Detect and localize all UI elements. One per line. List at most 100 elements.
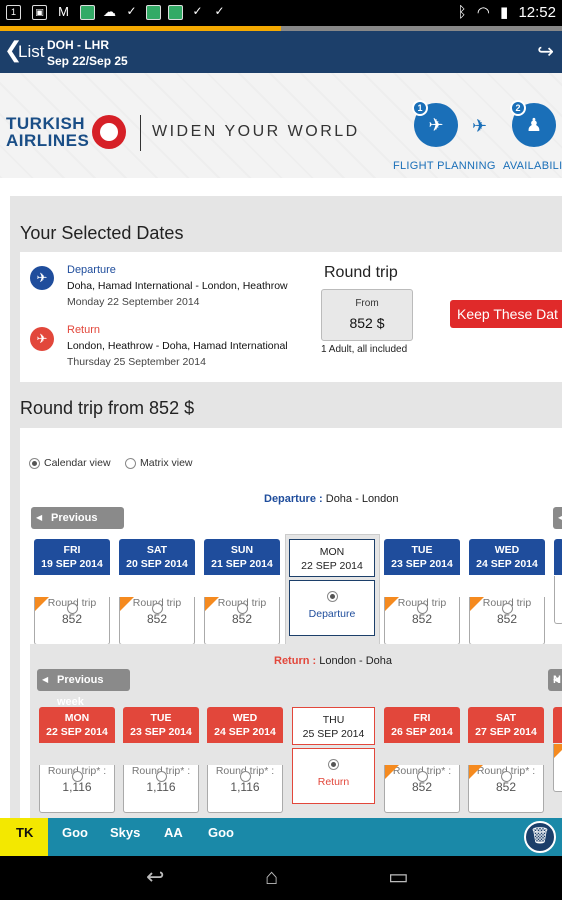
system-nav-bar: ↩ ⌂ ▭: [0, 856, 562, 900]
ret-day-body: [553, 744, 562, 792]
return-route: London, Heathrow - Doha, Hamad Internati…: [67, 340, 288, 352]
dep-day-cell[interactable]: SUN 21 SEP 2014 Round trip 852: [204, 539, 280, 645]
day-radio[interactable]: [417, 603, 428, 614]
departure-next-week-button[interactable]: [553, 507, 562, 529]
day-of-week: TUE: [150, 712, 172, 724]
departure-heading-route: Doha - London: [325, 493, 399, 505]
price-box: From 852 $: [321, 289, 413, 341]
day-radio[interactable]: [237, 603, 248, 614]
matrix-view-radio[interactable]: [125, 458, 136, 469]
day-of-week: MON: [319, 546, 345, 558]
fare-price: 852: [411, 780, 433, 794]
day-of-week: SUN: [230, 544, 254, 556]
price-amount: 852 $: [349, 315, 385, 331]
step-number-1: 1: [412, 100, 428, 116]
ret-day-cell[interactable]: TUE 23 SEP 2014 Round trip* :1,116: [123, 707, 199, 813]
app-icon: [80, 5, 95, 20]
dep-day-header: SAT 20 SEP 2014: [119, 539, 195, 575]
ret-selected-day[interactable]: THU 25 SEP 2014 Return: [292, 707, 375, 804]
day-radio[interactable]: [417, 771, 428, 782]
day-date: 24 SEP 2014: [214, 726, 276, 738]
dep-day-header: SUN 21 SEP 2014: [204, 539, 280, 575]
status-bar: 1 ▣ M ☁ ✓ ✓ ✓ ᛒ ◠ ▮ 12:52: [0, 0, 562, 26]
bag-icon: ✓: [192, 4, 203, 18]
recents-nav-icon[interactable]: ▭: [388, 864, 409, 890]
round-trip-title: Round trip from 852 $: [20, 398, 195, 418]
selected-day-label: Departure: [308, 608, 356, 620]
day-date: 25 SEP 2014: [302, 728, 365, 740]
ret-day-body: Round trip* :1,116: [207, 765, 283, 813]
dep-day-cell[interactable]: SAT 20 SEP 2014 Round trip 852: [119, 539, 195, 645]
dep-day-body: Round trip 852: [469, 597, 545, 645]
selected-day-header: THU 25 SEP 2014: [292, 707, 375, 745]
dep-day-cell[interactable]: FRI 19 SEP 2014 Round trip 852: [34, 539, 110, 645]
tab-skyscanner[interactable]: Skys: [110, 818, 140, 856]
dep-selected-day[interactable]: MON 22 SEP 2014 Departure: [289, 539, 375, 636]
day-radio[interactable]: [502, 603, 513, 614]
dep-day-body: Round trip 852: [119, 597, 195, 645]
ret-day-cell[interactable]: FRI 26 SEP 2014 Round trip* :852: [384, 707, 460, 813]
day-of-week: SAT: [495, 712, 517, 724]
selected-day-body: Departure: [289, 580, 375, 636]
logo-line-1: TURKISH: [6, 114, 86, 133]
day-radio[interactable]: [327, 591, 338, 602]
tab-google-2[interactable]: Goo: [208, 818, 234, 856]
keep-dates-button[interactable]: Keep These Dat: [450, 300, 562, 328]
dep-day-header: [554, 539, 562, 575]
return-previous-week-button[interactable]: Previous week: [37, 669, 130, 708]
return-next-week-button[interactable]: N: [548, 669, 562, 691]
trash-icon[interactable]: 🗑: [524, 821, 556, 853]
day-date: 22 SEP 2014: [46, 726, 108, 738]
step-number-2: 2: [510, 100, 526, 116]
ret-day-body: Round trip* :852: [384, 765, 460, 813]
day-radio[interactable]: [328, 759, 339, 770]
day-of-week: WED: [494, 544, 520, 556]
dep-day-body: Round trip 852: [34, 597, 110, 645]
ret-day-cell[interactable]: WED 24 SEP 2014 Round trip* :1,116: [207, 707, 283, 813]
back-button[interactable]: List: [18, 42, 44, 62]
day-radio[interactable]: [72, 771, 83, 782]
day-of-week: FRI: [413, 712, 431, 724]
logo-line-2: AIRLINES: [6, 131, 90, 150]
fare-price: 1,116: [146, 780, 176, 794]
departure-previous-week-button[interactable]: Previous week: [31, 507, 124, 546]
share-icon[interactable]: ↪: [537, 39, 554, 64]
tab-google-1[interactable]: Goo: [62, 818, 88, 856]
app-bar: ❮ List DOH - LHR Sep 22/Sep 25 ↪: [0, 31, 562, 73]
home-nav-icon[interactable]: ⌂: [265, 864, 278, 890]
day-radio[interactable]: [152, 603, 163, 614]
return-heading-prefix: Return :: [274, 655, 317, 667]
dep-day-header: TUE 23 SEP 2014: [384, 539, 460, 575]
day-radio[interactable]: [501, 771, 512, 782]
calendar-view-radio[interactable]: [29, 458, 40, 469]
tab-tk[interactable]: TK: [0, 818, 48, 856]
fare-price: 1,116: [62, 780, 92, 794]
day-radio[interactable]: [240, 771, 251, 782]
dep-day-cell[interactable]: TUE 23 SEP 2014 Round trip 852: [384, 539, 460, 645]
calendar-view-label[interactable]: Calendar view: [44, 457, 111, 469]
battery-icon: ▮: [500, 4, 509, 21]
selected-day-label: Return: [317, 776, 350, 788]
day-radio[interactable]: [67, 603, 78, 614]
fare-price: 852: [146, 612, 168, 626]
day-date: 20 SEP 2014: [126, 558, 188, 570]
step-label-flight-planning[interactable]: FLIGHT PLANNING: [393, 160, 496, 172]
check-icon: ✓: [126, 4, 137, 18]
ret-day-cell-partial[interactable]: [553, 707, 562, 792]
ret-day-cell[interactable]: SAT 27 SEP 2014 Round trip* :852: [468, 707, 544, 813]
tab-aa[interactable]: AA: [164, 818, 183, 856]
ret-day-cell[interactable]: MON 22 SEP 2014 Round trip* :1,116: [39, 707, 115, 813]
app-icon-3: [168, 5, 183, 20]
cloud-icon: ☁: [103, 4, 116, 19]
airline-logo-text: TURKISH AIRLINES: [6, 115, 89, 149]
dep-day-cell[interactable]: WED 24 SEP 2014 Round trip 852: [469, 539, 545, 645]
back-nav-icon[interactable]: ↩: [146, 864, 164, 890]
fare-price: 852: [496, 612, 518, 626]
departure-route: Doha, Hamad International - London, Heat…: [67, 280, 288, 292]
day-radio[interactable]: [156, 771, 167, 782]
selected-day-header: MON 22 SEP 2014: [289, 539, 375, 577]
step-label-availability[interactable]: AVAILABILI: [503, 160, 562, 172]
matrix-view-label[interactable]: Matrix view: [140, 457, 193, 469]
dep-day-cell-partial[interactable]: [554, 539, 562, 624]
departure-date: Monday 22 September 2014: [67, 296, 200, 308]
